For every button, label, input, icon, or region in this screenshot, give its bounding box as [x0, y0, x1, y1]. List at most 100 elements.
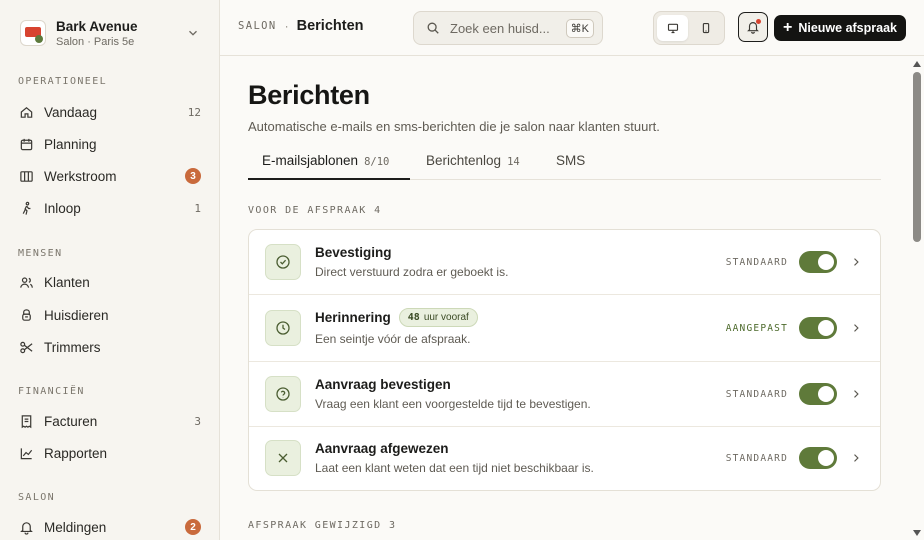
tab-label: E-mailsjablonen [262, 153, 359, 168]
template-enabled-toggle[interactable] [799, 251, 837, 273]
sidebar-item-rapporten[interactable]: Rapporten [10, 438, 210, 468]
nav-badge: 3 [185, 168, 201, 184]
template-title: Herinnering 48 uur vooraf [315, 308, 478, 327]
scroll-down-arrow[interactable] [913, 530, 921, 536]
new-appointment-button[interactable]: + Nieuwe afspraak [774, 15, 906, 41]
columns-icon [20, 170, 33, 182]
tab-count: 14 [507, 156, 520, 168]
desktop-view-button[interactable] [657, 15, 688, 41]
template-icon [265, 244, 301, 280]
template-icon [265, 310, 301, 346]
device-view-toggle [653, 11, 725, 45]
reminder-timing-pill[interactable]: 48 uur vooraf [398, 308, 478, 327]
topbar: SALON · Berichten ⌘K + Nieuwe afspraak [220, 0, 924, 56]
sidebar-item-label: Huisdieren [44, 307, 109, 323]
notifications-button[interactable] [738, 12, 768, 42]
nav-section-operational: OPERATIONEEL [18, 76, 108, 87]
sidebar-item-label: Werkstroom [44, 168, 117, 184]
breadcrumb-root[interactable]: SALON [238, 20, 277, 32]
template-description: Laat een klant weten dat een tijd niet b… [315, 461, 594, 475]
sidebar-item-label: Vandaag [44, 104, 98, 120]
main-scrollbar[interactable] [910, 56, 924, 540]
notification-dot [756, 19, 761, 24]
tab-bar: E-mailsjablonen 8/10 Berichtenlog 14 SMS [248, 147, 881, 180]
sidebar-item-inloop[interactable]: Inloop 1 [10, 193, 210, 223]
template-description: Vraag een klant een voorgestelde tijd te… [315, 397, 591, 411]
page-subtitle: Automatische e-mails en sms-berichten di… [248, 119, 660, 134]
breadcrumb-separator: · [284, 19, 289, 33]
tab-email-templates[interactable]: E-mailsjablonen 8/10 [262, 153, 389, 168]
bell-icon [20, 521, 33, 535]
page-title: Berichten [248, 80, 370, 110]
scroll-thumb[interactable] [913, 72, 921, 242]
sidebar-item-facturen[interactable]: Facturen 3 [10, 406, 210, 436]
template-status: STANDAARD [725, 389, 788, 400]
sidebar: Bark Avenue Salon · Paris 5e OPERATIONEE… [0, 0, 220, 540]
nav-section-finance: FINANCIËN [18, 386, 85, 397]
main-content: Berichten Automatische e-mails en sms-be… [220, 56, 910, 540]
scissors-icon [20, 341, 33, 353]
scroll-up-arrow[interactable] [913, 61, 921, 67]
chevron-right-icon[interactable] [850, 256, 862, 268]
template-title: Bevestiging [315, 245, 392, 260]
sidebar-item-label: Trimmers [44, 339, 101, 355]
template-title: Aanvraag bevestigen [315, 377, 451, 392]
check-circle-icon [276, 255, 290, 269]
active-tab-indicator [248, 178, 410, 180]
template-row-bevestiging[interactable]: Bevestiging Direct verstuurd zodra er ge… [249, 230, 880, 295]
template-status: STANDAARD [725, 453, 788, 464]
nav-badge: 2 [185, 519, 201, 535]
home-icon [20, 106, 33, 118]
salon-location: Salon · Paris 5e [56, 35, 135, 48]
template-list: Bevestiging Direct verstuurd zodra er ge… [248, 229, 881, 491]
template-enabled-toggle[interactable] [799, 317, 837, 339]
template-status: STANDAARD [725, 257, 788, 268]
group-label-count: 3 [389, 520, 397, 531]
search-input[interactable] [450, 20, 550, 36]
sidebar-item-label: Inloop [44, 200, 81, 216]
chevron-right-icon[interactable] [850, 388, 862, 400]
tab-sms[interactable]: SMS [556, 153, 585, 168]
salon-logo [20, 20, 46, 46]
sidebar-item-label: Klanten [44, 274, 90, 290]
template-row-herinnering[interactable]: Herinnering 48 uur vooraf Een seintje vóó… [249, 295, 880, 362]
chart-line-icon [20, 447, 33, 459]
search-icon [427, 22, 439, 34]
calendar-icon [20, 138, 33, 150]
template-enabled-toggle[interactable] [799, 447, 837, 469]
monitor-icon [667, 23, 678, 34]
tab-label: SMS [556, 153, 586, 168]
chevron-down-icon [189, 30, 197, 36]
sidebar-item-trimmers[interactable]: Trimmers [10, 332, 210, 362]
sidebar-item-meldingen[interactable]: Meldingen 2 [10, 512, 210, 540]
template-row-aanvraag-afgewezen[interactable]: Aanvraag afgewezen Laat een klant weten … [249, 427, 880, 490]
group-label-count: 4 [374, 205, 382, 216]
sidebar-item-planning[interactable]: Planning [10, 129, 210, 159]
group-label-before-appointment: VOOR DE AFSPRAAK 4 [248, 205, 382, 216]
sidebar-item-klanten[interactable]: Klanten [10, 267, 210, 297]
chevron-right-icon[interactable] [850, 322, 862, 334]
template-enabled-toggle[interactable] [799, 383, 837, 405]
nav-count: 3 [194, 414, 201, 428]
breadcrumb: SALON · Berichten [238, 18, 364, 34]
sidebar-item-werkstroom[interactable]: Werkstroom 3 [10, 161, 210, 191]
new-appointment-label: Nieuwe afspraak [798, 21, 897, 35]
group-label-text: VOOR DE AFSPRAAK [248, 205, 367, 216]
search-box[interactable]: ⌘K [413, 11, 603, 45]
breadcrumb-current: Berichten [296, 18, 364, 34]
sidebar-item-vandaag[interactable]: Vandaag 12 [10, 97, 210, 127]
salon-switcher[interactable]: Bark Avenue Salon · Paris 5e [10, 9, 210, 57]
chevron-right-icon[interactable] [850, 452, 862, 464]
sidebar-item-label: Rapporten [44, 445, 108, 461]
template-status: AANGEPAST [725, 323, 788, 334]
walk-icon [22, 201, 31, 215]
template-row-aanvraag-bevestigen[interactable]: Aanvraag bevestigen Vraag een klant een … [249, 362, 880, 427]
x-icon [278, 453, 288, 463]
phone-icon [702, 22, 709, 34]
sidebar-item-huisdieren[interactable]: Huisdieren [10, 300, 210, 330]
nav-count: 12 [187, 105, 201, 119]
group-label-appointment-changed: AFSPRAAK GEWIJZIGD 3 [248, 520, 396, 531]
nav-section-people: MENSEN [18, 248, 63, 259]
tab-message-log[interactable]: Berichtenlog 14 [426, 153, 520, 168]
mobile-view-button[interactable] [690, 15, 721, 41]
